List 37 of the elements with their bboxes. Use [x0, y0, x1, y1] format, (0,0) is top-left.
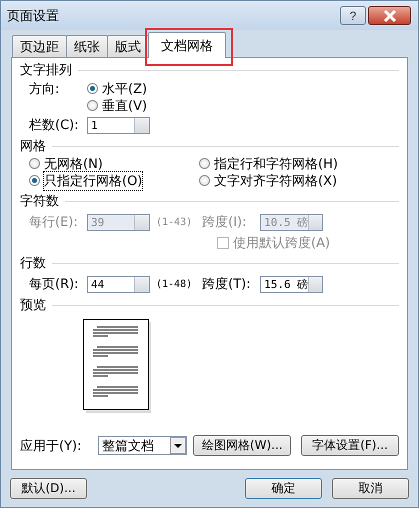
tab[interactable]: 版式 — [107, 35, 149, 57]
section-heading: 文字排列 — [20, 62, 72, 79]
panel-button[interactable]: 绘图网格(W)... — [193, 435, 292, 456]
direction-label: 方向: — [29, 81, 60, 98]
count-label: 每页(R): — [29, 276, 80, 293]
help-button[interactable]: ? — [340, 6, 366, 25]
ok-button[interactable]: 确定 — [245, 478, 322, 499]
count-label: 每行(E): — [29, 214, 79, 231]
default-button[interactable]: 默认(D)... — [10, 478, 87, 499]
columns-spinbox[interactable]: 1 — [87, 116, 150, 134]
pitch-label: 跨度(T): — [202, 276, 252, 293]
radio-option[interactable]: 文字对齐字符网格(X) — [199, 172, 399, 189]
tab[interactable]: 纸张 — [66, 35, 108, 57]
pitch-spinbox[interactable]: 15.6 磅 — [260, 276, 324, 292]
cancel-button[interactable]: 取消 — [332, 478, 409, 499]
close-icon — [382, 10, 396, 22]
apply-dropdown[interactable]: 整篇文档 — [98, 436, 188, 455]
section-heading: 字符数 — [20, 193, 59, 210]
radio-option[interactable]: 垂直(V) — [87, 97, 148, 114]
count-spinbox[interactable]: 44 — [87, 276, 150, 292]
close-button[interactable] — [368, 6, 411, 25]
radio-option[interactable]: 指定行和字符网格(H) — [199, 155, 399, 172]
range-text: (1-48) — [156, 278, 192, 290]
radio-option[interactable]: 无网格(N) — [29, 155, 199, 172]
section-heading: 行数 — [20, 255, 46, 272]
window-title: 页面设置 — [7, 8, 59, 24]
pitch-label: 跨度(I): — [202, 214, 248, 231]
radio-option[interactable]: 只指定行网格(O) — [29, 172, 199, 189]
panel-button[interactable]: 字体设置(F)... — [301, 435, 399, 456]
tab[interactable]: 页边距 — [12, 35, 67, 57]
radio-option[interactable]: 水平(Z) — [87, 80, 148, 97]
columns-label: 栏数(C): — [29, 117, 80, 134]
tab[interactable]: 文档网格 — [148, 32, 226, 58]
range-text: (1-43) — [156, 216, 192, 228]
section-heading: 预览 — [20, 297, 46, 314]
section-heading: 网格 — [20, 138, 46, 155]
apply-label: 应用于(Y): — [20, 438, 82, 454]
